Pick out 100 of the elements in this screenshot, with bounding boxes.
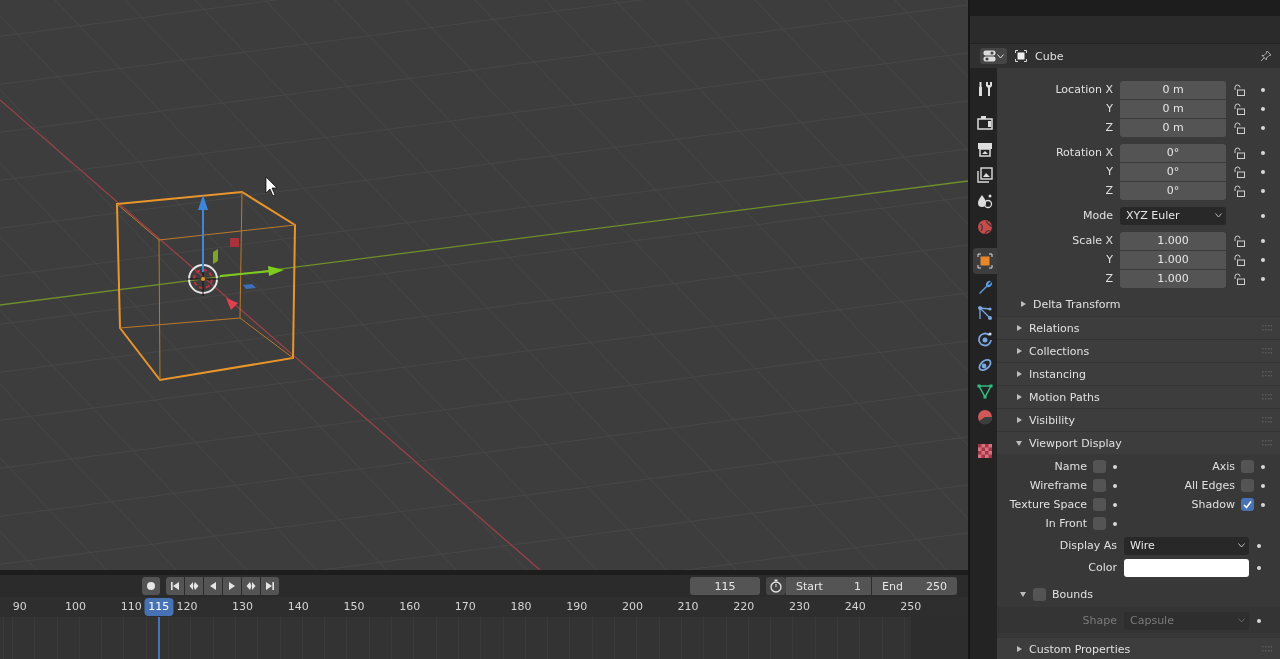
keyframe-dot-icon[interactable] <box>1260 105 1266 112</box>
jump-end-button[interactable] <box>261 577 279 595</box>
drag-handle-icon[interactable] <box>1262 325 1272 331</box>
keyframe-dot-icon[interactable] <box>1256 564 1262 571</box>
checkbox[interactable] <box>1093 517 1106 530</box>
collapsed-arrow-icon[interactable] <box>1015 393 1023 401</box>
globe-icon <box>977 219 993 235</box>
keyframe-dot-icon[interactable] <box>1256 542 1262 549</box>
display-as-dropdown[interactable]: Wire <box>1124 536 1249 555</box>
drag-handle-icon[interactable] <box>1262 371 1272 377</box>
playhead-frame[interactable]: 115 <box>144 598 174 616</box>
drag-handle-icon[interactable] <box>1262 348 1272 354</box>
caret-icon <box>997 53 1004 59</box>
drag-handle-icon[interactable] <box>1262 646 1272 652</box>
padlock-icon[interactable] <box>1233 146 1245 159</box>
current-frame-field[interactable]: 115 <box>690 577 760 595</box>
checkbox[interactable] <box>1241 498 1254 511</box>
keyframe-dot-icon[interactable] <box>1260 275 1266 282</box>
frame-number: 170 <box>454 600 476 613</box>
wrench-icon <box>977 279 993 295</box>
keyframe-dot-icon[interactable] <box>1260 124 1266 131</box>
checkbox[interactable] <box>1241 479 1254 492</box>
keyframe-dot-icon[interactable] <box>1260 168 1266 175</box>
padlock-icon[interactable] <box>1233 83 1245 96</box>
keyframe-dot-icon[interactable] <box>1260 256 1266 263</box>
record-icon <box>146 581 156 591</box>
number-field[interactable]: 0° <box>1120 143 1226 162</box>
collapsed-arrow-icon[interactable] <box>1015 324 1023 332</box>
checkbox[interactable] <box>1093 498 1106 511</box>
keyframe-dot-icon[interactable] <box>1260 212 1266 219</box>
padlock-icon[interactable] <box>1233 253 1245 266</box>
checkbox[interactable] <box>1093 479 1106 492</box>
padlock-icon[interactable] <box>1233 165 1245 178</box>
keyframe-dot-icon[interactable] <box>1260 86 1266 93</box>
field-label: Scale X <box>1071 234 1113 247</box>
frame-number: 190 <box>566 600 588 613</box>
editor-type-button[interactable] <box>980 48 1007 64</box>
expanded-arrow-icon[interactable] <box>1019 590 1027 598</box>
subpanel-header[interactable]: Delta Transform <box>997 294 1280 314</box>
pin-icon[interactable] <box>1260 50 1272 62</box>
padlock-icon[interactable] <box>1233 102 1245 115</box>
keyframe-dot-icon[interactable] <box>1112 463 1118 470</box>
number-field[interactable]: 0° <box>1120 162 1226 181</box>
number-field[interactable]: 0° <box>1120 181 1226 200</box>
keyframe-dot-icon[interactable] <box>1112 520 1118 527</box>
checkbox[interactable] <box>1241 460 1254 473</box>
number-field[interactable]: 1.000 <box>1120 250 1226 269</box>
tools-icon <box>977 81 993 97</box>
image-stack-icon <box>977 167 993 183</box>
playhead-line[interactable] <box>157 617 160 659</box>
color-swatch[interactable] <box>1124 558 1249 577</box>
frame-number: 90 <box>12 600 27 613</box>
keyframe-dot-icon[interactable] <box>1260 463 1266 470</box>
number-field[interactable]: 1.000 <box>1120 269 1226 288</box>
jump-start-button[interactable] <box>166 577 184 595</box>
collapsed-arrow-icon[interactable] <box>1019 300 1027 308</box>
number-field[interactable]: 0 m <box>1120 118 1226 137</box>
play-reverse-button[interactable] <box>204 577 222 595</box>
keyframe-dot-icon[interactable] <box>1260 501 1266 508</box>
number-field[interactable]: 1.000 <box>1120 231 1226 250</box>
collapsed-arrow-icon[interactable] <box>1015 645 1023 653</box>
jump-end-icon <box>265 581 275 591</box>
frame-number: 110 <box>120 600 142 613</box>
field-label: Y <box>1105 165 1113 178</box>
next-keyframe-button[interactable] <box>242 577 260 595</box>
prev-keyframe-button[interactable] <box>185 577 203 595</box>
keyframe-dot-icon[interactable] <box>1112 482 1118 489</box>
padlock-icon[interactable] <box>1233 121 1245 134</box>
keyframe-dot-icon[interactable] <box>1256 617 1262 624</box>
padlock-icon[interactable] <box>1233 184 1245 197</box>
keyframe-dot-icon[interactable] <box>1260 149 1266 156</box>
field-label: Location X <box>1054 83 1113 96</box>
field-label: Y <box>1105 253 1113 266</box>
record-button[interactable] <box>142 577 160 595</box>
object-square-icon <box>977 253 993 269</box>
collapsed-arrow-icon[interactable] <box>1015 416 1023 424</box>
link-ring-icon <box>977 357 993 373</box>
keyframe-dot-icon[interactable] <box>1260 482 1266 489</box>
keyframe-dot-icon[interactable] <box>1260 187 1266 194</box>
number-field[interactable]: 0 m <box>1120 99 1226 118</box>
padlock-icon[interactable] <box>1233 234 1245 247</box>
drag-handle-icon[interactable] <box>1262 440 1272 446</box>
collapsed-arrow-icon[interactable] <box>1015 347 1023 355</box>
checkbox[interactable] <box>1033 587 1046 601</box>
collapsed-arrow-icon[interactable] <box>1015 370 1023 378</box>
drag-handle-icon[interactable] <box>1262 394 1272 400</box>
field-label: Y <box>1105 102 1113 115</box>
transform-gizmo[interactable] <box>198 195 284 310</box>
mode-dropdown[interactable]: XYZ Euler <box>1120 206 1226 225</box>
keyframe-dot-icon[interactable] <box>1112 501 1118 508</box>
drag-handle-icon[interactable] <box>1262 417 1272 423</box>
checkbox[interactable] <box>1093 460 1106 473</box>
play-button[interactable] <box>223 577 241 595</box>
end-frame-field[interactable]: End 250 <box>872 577 957 595</box>
expanded-arrow-icon[interactable] <box>1015 439 1023 447</box>
start-frame-field[interactable]: Start 1 <box>786 577 871 595</box>
keyframe-dot-icon[interactable] <box>1260 237 1266 244</box>
stopwatch-button[interactable] <box>766 577 786 595</box>
padlock-icon[interactable] <box>1233 272 1245 285</box>
number-field[interactable]: 0 m <box>1120 80 1226 99</box>
